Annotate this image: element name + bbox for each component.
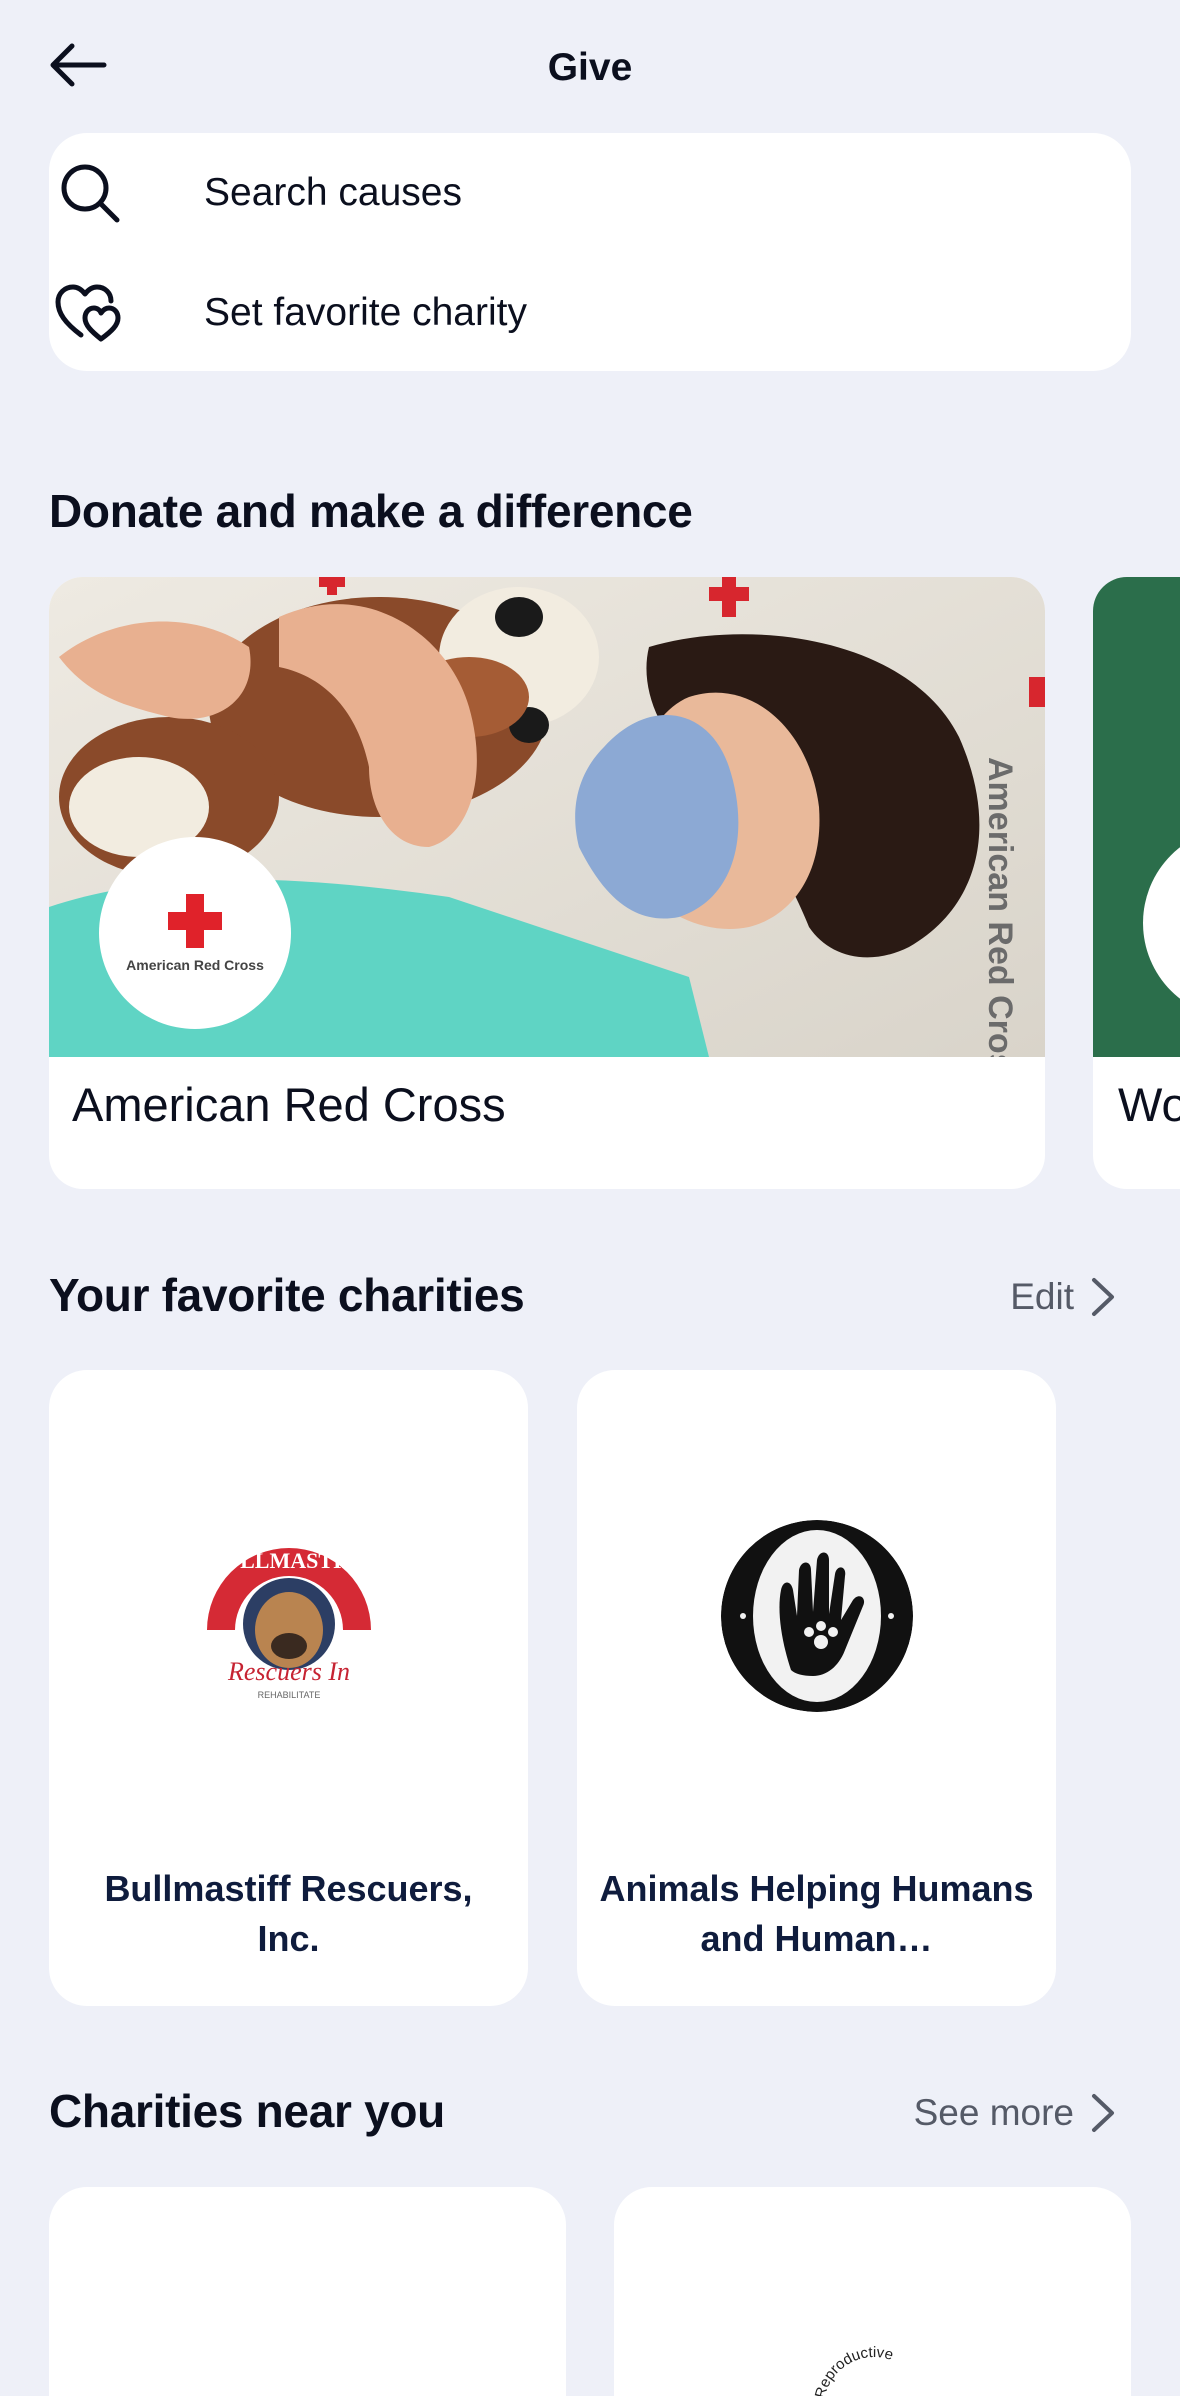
bullmastiff-logo-text: BULLMASTIFF <box>210 1548 369 1573</box>
search-causes-label: Search causes <box>204 171 462 214</box>
bullmastiff-logo: BULLMASTIFF Rescuers In REHABILITATE <box>193 1520 385 1712</box>
nearby-charity-card[interactable] <box>49 2187 566 2396</box>
featured-card-second[interactable]: Wo <box>1093 577 1180 1189</box>
chevron-right-icon <box>1092 2094 1114 2132</box>
logo-text: American Red Cross <box>126 956 264 973</box>
favorite-charity-card[interactable]: Animals Helping Humans and Human… <box>577 1370 1056 2006</box>
hearts-icon <box>50 273 130 353</box>
favorite-charity-name: Bullmastiff Rescuers, Inc. <box>104 1868 473 1959</box>
featured-card-name-2: Wo <box>1118 1078 1180 1131</box>
set-favorite-charity-label: Set favorite charity <box>204 291 527 334</box>
top-bar: Give <box>0 0 1180 130</box>
reproductive-logo: Reproductive <box>804 2337 944 2396</box>
reproductive-logo-text: Reproductive <box>812 2344 895 2396</box>
blanket-text: American Red Cross <box>981 757 1019 1057</box>
rescuers-logo-text: Rescuers In <box>227 1657 350 1686</box>
american-red-cross-logo: American Red Cross <box>99 837 291 1029</box>
featured-card-name: American Red Cross <box>72 1078 506 1131</box>
see-more-label: See more <box>913 2092 1074 2133</box>
edit-label: Edit <box>1010 1276 1074 1317</box>
featured-card-american-red-cross[interactable]: American Red Cross American Red Cross Am… <box>49 577 1045 1189</box>
nearby-charity-card[interactable]: Reproductive <box>614 2187 1131 2396</box>
featured-section-title: Donate and make a difference <box>49 485 693 537</box>
page-title: Give <box>547 46 633 89</box>
set-favorite-charity-row[interactable]: Set favorite charity <box>0 258 1180 368</box>
nearby-section-title: Charities near you <box>49 2085 445 2137</box>
edit-favorites-link[interactable]: Edit <box>1010 1276 1116 1318</box>
favorite-charity-card[interactable]: BULLMASTIFF Rescuers In REHABILITATE Bul… <box>49 1370 528 2006</box>
search-causes-row[interactable]: Search causes <box>0 138 1180 248</box>
favorites-section-title: Your favorite charities <box>49 1269 525 1321</box>
red-cross-icon <box>168 893 222 948</box>
chevron-right-icon <box>1092 1278 1114 1316</box>
favorite-charity-name: Animals Helping Humans and Human… <box>599 1868 1034 1959</box>
search-icon <box>50 153 130 233</box>
svg-text:Reproductive: Reproductive <box>812 2344 895 2396</box>
see-more-link[interactable]: See more <box>914 2092 1116 2134</box>
rehabilitate-logo-text: REHABILITATE <box>258 1690 321 1700</box>
hand-print-logo <box>721 1520 913 1712</box>
